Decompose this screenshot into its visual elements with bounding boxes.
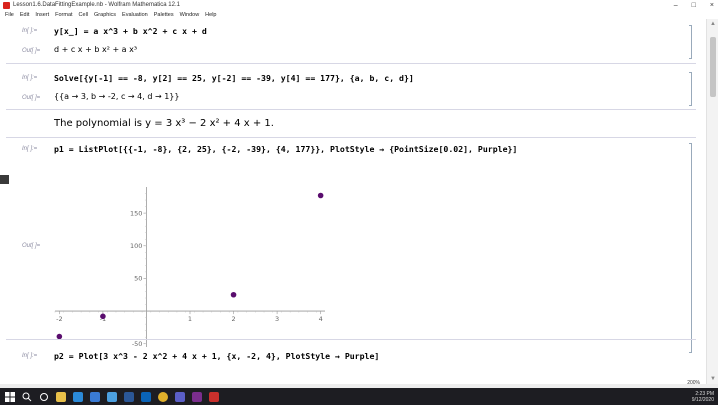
x-tick-label: 1 [188,315,192,323]
menu-bar: File Edit Insert Format Cell Graphics Ev… [0,10,718,19]
vertical-scrollbar[interactable]: ▲ ▼ [706,19,718,384]
out-label: Out[ ]= [22,243,41,249]
notebook[interactable]: In[ ]:= y[x_] = a x^3 + b x^2 + c x + d … [0,19,706,384]
cell-bracket[interactable] [689,143,692,353]
window-controls: – □ × [674,0,714,10]
minimize-button[interactable]: – [674,2,678,9]
cell-separator [6,109,696,110]
word-icon[interactable] [124,391,134,402]
menu-file[interactable]: File [5,12,14,18]
cell-insertion-marker [0,175,9,184]
clock-date: 9/12/2020 [691,396,714,403]
input-cell-3[interactable]: p1 = ListPlot[{{-1, -8}, {2, 25}, {-2, -… [54,144,517,154]
store-icon[interactable] [90,391,100,402]
cell-separator [6,339,696,340]
y-tick-label: 100 [130,242,142,250]
data-point [317,192,324,199]
scroll-thumb[interactable] [710,37,716,97]
menu-help[interactable]: Help [205,12,216,18]
in-label: In[ ]:= [22,353,38,359]
output-cell-2: {{a → 3, b → -2, c → 4, d → 1}} [54,92,180,101]
y-tick-label: 150 [130,209,142,217]
out-label: Out[ ]= [22,95,41,101]
data-point [100,313,106,320]
data-point [230,291,237,298]
output-cell-1: d + c x + b x² + a x³ [54,45,138,54]
mathematica-icon[interactable] [209,391,219,402]
x-tick-label: 4 [319,315,323,323]
out-label: Out[ ]= [22,48,41,54]
in-label: In[ ]:= [22,146,38,152]
in-label: In[ ]:= [22,75,38,81]
scatter-plot[interactable]: -2-1123415010050-50 [40,179,340,354]
teams-icon[interactable] [175,391,185,402]
menu-insert[interactable]: Insert [35,12,49,18]
chrome-icon[interactable] [158,391,168,402]
mathematica-icon [3,1,10,9]
input-cell-2[interactable]: Solve[{y[-1] == -8, y[2] == 25, y[-2] ==… [54,73,414,83]
explorer-icon[interactable] [56,391,66,402]
clock[interactable]: 2:23 PM 9/12/2020 [692,391,714,403]
system-tray: 2:23 PM 9/12/2020 [692,388,714,405]
menu-evaluation[interactable]: Evaluation [122,12,148,18]
menu-window[interactable]: Window [180,12,200,18]
cell-bracket[interactable] [689,72,692,106]
maximize-button[interactable]: □ [692,2,696,9]
input-cell-4[interactable]: p2 = Plot[3 x^3 - 2 x^2 + 4 x + 1, {x, -… [54,351,379,361]
outlook-icon[interactable] [141,391,151,402]
task-view-icon[interactable] [39,392,49,402]
x-tick-label: 2 [231,315,235,323]
taskbar [0,388,718,405]
menu-edit[interactable]: Edit [20,12,29,18]
scroll-up-icon[interactable]: ▲ [707,19,718,29]
scroll-down-icon[interactable]: ▼ [707,374,718,384]
cell-separator [6,63,696,64]
cell-bracket[interactable] [689,25,692,59]
x-tick-label: 3 [275,315,279,323]
input-cell-1[interactable]: y[x_] = a x^3 + b x^2 + c x + d [54,26,207,36]
window-title: Lesson1.6.DataFittingExample.nb - Wolfra… [13,2,180,8]
onenote-icon[interactable] [192,391,202,402]
menu-format[interactable]: Format [55,12,72,18]
title-bar: Lesson1.6.DataFittingExample.nb - Wolfra… [0,0,718,10]
windows-icon[interactable] [5,391,15,402]
in-label: In[ ]:= [22,28,38,34]
text-cell[interactable]: The polynomial is y = 3 x³ − 2 x² + 4 x … [54,118,274,129]
menu-palettes[interactable]: Palettes [154,12,174,18]
x-tick-label: -2 [56,315,62,323]
y-tick-label: 50 [134,275,142,283]
close-button[interactable]: × [710,2,714,9]
menu-graphics[interactable]: Graphics [94,12,116,18]
y-tick-label: -50 [132,340,143,348]
edge-icon[interactable] [73,391,83,402]
cell-separator [6,137,696,138]
zoom-level[interactable]: 200% [687,380,700,386]
search-icon[interactable] [22,392,32,402]
mail-icon[interactable] [107,391,117,402]
clock-time: 2:23 PM [695,390,714,397]
menu-cell[interactable]: Cell [79,12,88,18]
